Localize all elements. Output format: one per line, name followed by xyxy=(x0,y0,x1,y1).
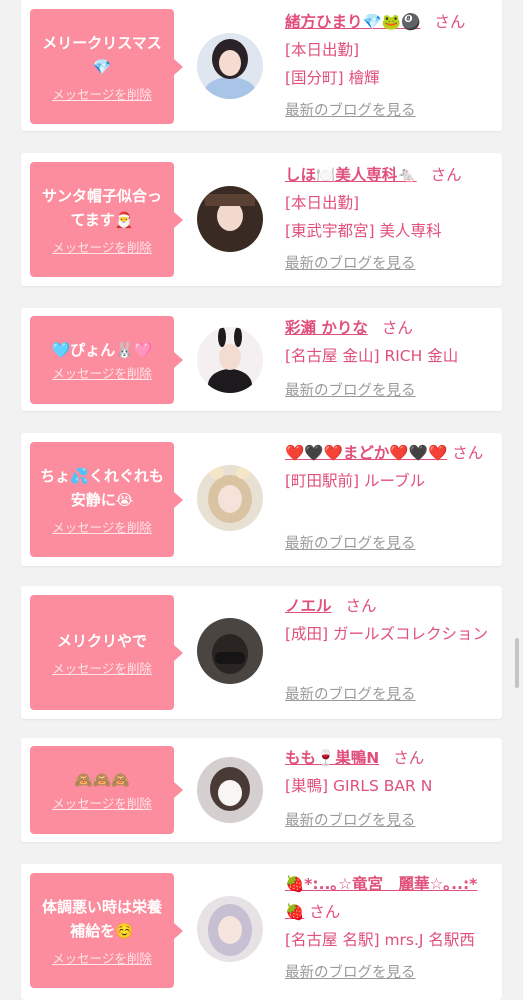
honorific: さん xyxy=(393,749,425,767)
latest-blog-link[interactable]: 最新のブログを見る xyxy=(285,101,416,121)
avatar[interactable] xyxy=(197,186,263,252)
girl-info: 緒方ひまり💎🐸🎱 さん [本日出勤] [国分町] 檜輝 xyxy=(285,8,495,92)
girl-info: ノエル さん [成田] ガールズコレクション xyxy=(285,592,495,648)
honorific: さん xyxy=(309,903,341,921)
message-card: 🙈🙈🙈 メッセージを削除 もも🍷巣鴨N さん [巣鴨] GIRLS BAR N 最… xyxy=(21,738,502,842)
girl-name-link[interactable]: 緒方ひまり💎🐸🎱 xyxy=(285,13,420,31)
delete-message-link[interactable]: メッセージを削除 xyxy=(52,520,152,536)
avatar[interactable] xyxy=(197,757,263,823)
shop-line: [名古屋 名駅] mrs.J 名駅西 xyxy=(285,931,475,949)
message-text: メリークリスマス💎 xyxy=(42,33,162,76)
girl-name-link[interactable]: ノエル xyxy=(285,597,332,615)
message-card: メリークリスマス💎 メッセージを削除 緒方ひまり💎🐸🎱 さん [本日出勤] [国分… xyxy=(21,0,502,131)
shop-line: [国分町] 檜輝 xyxy=(285,69,380,87)
latest-blog-link[interactable]: 最新のブログを見る xyxy=(285,811,416,831)
delete-message-link[interactable]: メッセージを削除 xyxy=(52,661,152,677)
status-line: [本日出勤] xyxy=(285,41,360,59)
avatar[interactable] xyxy=(197,465,263,531)
shop-line: [東武宇都宮] 美人専科 xyxy=(285,222,442,240)
girl-info: 彩瀬 かりな さん [名古屋 金山] RICH 金山 xyxy=(285,314,495,370)
latest-blog-link[interactable]: 最新のブログを見る xyxy=(285,254,416,274)
delete-message-link[interactable]: メッセージを削除 xyxy=(52,951,152,967)
avatar[interactable] xyxy=(197,33,263,99)
shop-line: [成田] ガールズコレクション xyxy=(285,625,489,643)
scrollbar[interactable] xyxy=(515,638,519,688)
delete-message-link[interactable]: メッセージを削除 xyxy=(52,240,152,256)
latest-blog-link[interactable]: 最新のブログを見る xyxy=(285,963,416,983)
message-card: 🩵ぴょん🐰🩷 メッセージを削除 彩瀬 かりな さん [名古屋 金山] RICH 金… xyxy=(21,308,502,411)
girl-info: 🍓*:..｡☆竜宮 麗華☆｡..:*🍓 さん [名古屋 名駅] mrs.J 名駅… xyxy=(285,870,495,954)
message-text: メリクリやで xyxy=(56,631,147,650)
message-bubble: メリクリやで メッセージを削除 xyxy=(30,595,183,710)
status-line: [本日出勤] xyxy=(285,194,360,212)
girl-info: もも🍷巣鴨N さん [巣鴨] GIRLS BAR N xyxy=(285,744,495,800)
girl-name-link[interactable]: もも🍷巣鴨N xyxy=(285,749,379,767)
message-card: メリクリやで メッセージを削除 ノエル さん [成田] ガールズコレクション 最新… xyxy=(21,586,502,719)
message-bubble: メリークリスマス💎 メッセージを削除 xyxy=(30,9,183,124)
message-card: サンタ帽子似合ってます🎅 メッセージを削除 しほ🍽️美人専科🐁 さん [本日出勤]… xyxy=(21,153,502,286)
latest-blog-link[interactable]: 最新のブログを見る xyxy=(285,685,416,705)
message-text: 🙈🙈🙈 xyxy=(73,771,131,789)
girl-name-link[interactable]: しほ🍽️美人専科🐁 xyxy=(285,166,417,184)
shop-line: [巣鴨] GIRLS BAR N xyxy=(285,777,433,795)
honorific: さん xyxy=(345,597,377,615)
delete-message-link[interactable]: メッセージを削除 xyxy=(52,87,152,103)
girl-name-link[interactable]: ❤️🖤❤️まどか❤️🖤❤️ xyxy=(285,444,447,462)
delete-message-link[interactable]: メッセージを削除 xyxy=(52,796,152,812)
message-card: 体調悪い時は栄養補給を☺️ メッセージを削除 🍓*:..｡☆竜宮 麗華☆｡..:… xyxy=(21,864,502,1000)
avatar[interactable] xyxy=(197,327,263,393)
message-bubble: サンタ帽子似合ってます🎅 メッセージを削除 xyxy=(30,162,183,277)
honorific: さん xyxy=(381,319,413,337)
shop-line: [名古屋 金山] RICH 金山 xyxy=(285,347,459,365)
message-card: ちょ💦くれぐれも安静に😭 メッセージを削除 ❤️🖤❤️まどか❤️🖤❤️ さん [… xyxy=(21,433,502,566)
girl-name-link[interactable]: 彩瀬 かりな xyxy=(285,319,368,337)
delete-message-link[interactable]: メッセージを削除 xyxy=(52,366,152,382)
message-bubble: 🙈🙈🙈 メッセージを削除 xyxy=(30,746,183,834)
message-bubble: 🩵ぴょん🐰🩷 メッセージを削除 xyxy=(30,316,183,404)
message-bubble: 体調悪い時は栄養補給を☺️ メッセージを削除 xyxy=(30,873,183,988)
latest-blog-link[interactable]: 最新のブログを見る xyxy=(285,534,416,554)
message-text: 体調悪い時は栄養補給を☺️ xyxy=(41,897,162,940)
latest-blog-link[interactable]: 最新のブログを見る xyxy=(285,381,416,401)
avatar[interactable] xyxy=(197,618,263,684)
message-text: ちょ💦くれぐれも安静に😭 xyxy=(40,466,164,509)
honorific: さん xyxy=(452,444,484,462)
avatar[interactable] xyxy=(197,896,263,962)
shop-line: [町田駅前] ルーブル xyxy=(285,472,426,490)
girl-info: しほ🍽️美人専科🐁 さん [本日出勤] [東武宇都宮] 美人専科 xyxy=(285,161,495,245)
honorific: さん xyxy=(430,166,462,184)
message-text: サンタ帽子似合ってます🎅 xyxy=(41,186,162,229)
message-bubble: ちょ💦くれぐれも安静に😭 メッセージを削除 xyxy=(30,442,183,557)
honorific: さん xyxy=(434,13,466,31)
message-text: 🩵ぴょん🐰🩷 xyxy=(51,341,153,359)
girl-info: ❤️🖤❤️まどか❤️🖤❤️ さん [町田駅前] ルーブル xyxy=(285,439,495,495)
